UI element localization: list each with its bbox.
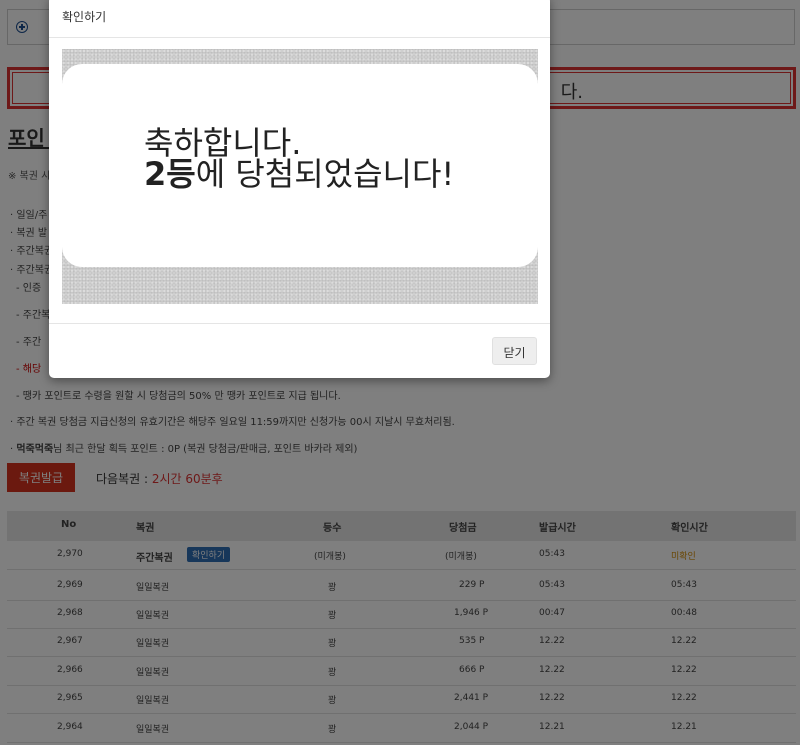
modal-close-button[interactable]: 닫기 [492,337,537,365]
prize-message: 에 당첨되었습니다! [195,155,455,193]
modal-footer-divider [49,323,550,324]
modal-header-divider [49,37,550,38]
prize-rank: 2등 [144,155,196,193]
prize-result-image: 축하합니다. 2등에 당첨되었습니다! [62,49,538,304]
confirm-modal: 확인하기 축하합니다. 2등에 당첨되었습니다! 닫기 [49,0,550,378]
modal-title: 확인하기 [62,10,107,24]
prize-result-text: 2등에 당첨되었습니다! [144,158,454,190]
